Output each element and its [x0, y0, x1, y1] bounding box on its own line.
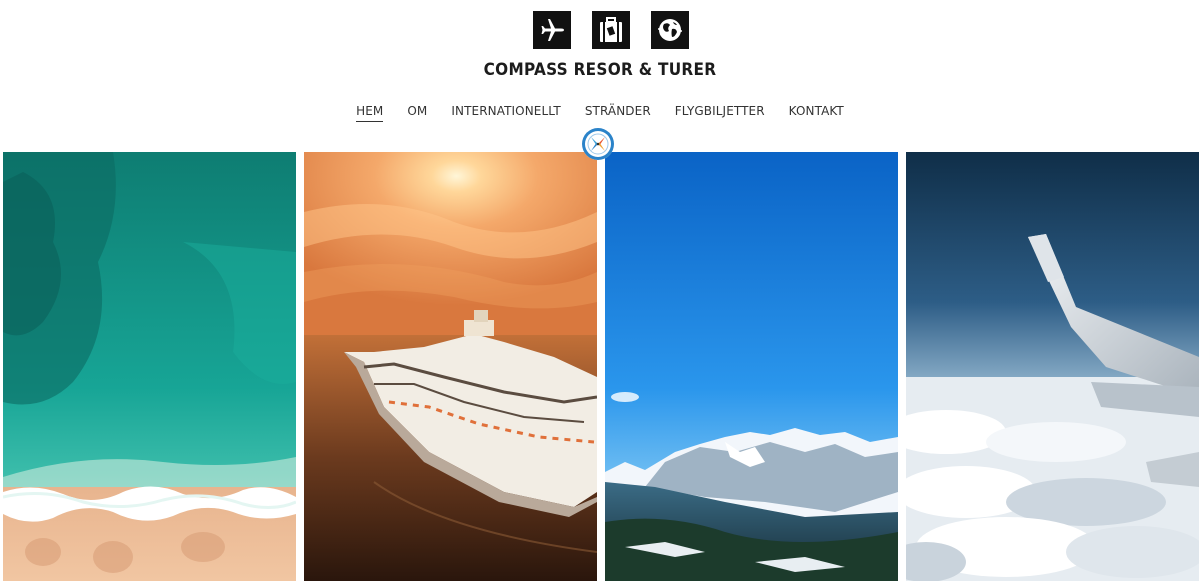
airplane-wing-clouds-photo[interactable] [906, 152, 1199, 581]
nav-item-om[interactable]: OM [407, 104, 427, 122]
airplane-icon [533, 11, 571, 49]
nav-item-hem[interactable]: HEM [356, 104, 384, 122]
main-nav: HEM OM INTERNATIONELLT STRÄNDER FLYGBILJ… [0, 104, 1200, 122]
brand-title[interactable]: COMPASS RESOR & TURER [0, 60, 1200, 80]
globe-icon [651, 11, 689, 49]
snowy-mountains-photo[interactable] [605, 152, 898, 581]
compass-icon [582, 128, 614, 160]
nav-item-strander[interactable]: STRÄNDER [585, 104, 651, 122]
logo-icons [533, 11, 689, 49]
nav-item-flygbiljetter[interactable]: FLYGBILJETTER [675, 104, 765, 122]
suitcase-icon [592, 11, 630, 49]
cruise-ship-sunset-photo[interactable] [304, 152, 597, 581]
nav-item-internationellt[interactable]: INTERNATIONELLT [451, 104, 560, 122]
photo-gallery [3, 152, 1199, 581]
beach-aerial-photo[interactable] [3, 152, 296, 581]
nav-item-kontakt[interactable]: KONTAKT [789, 104, 844, 122]
